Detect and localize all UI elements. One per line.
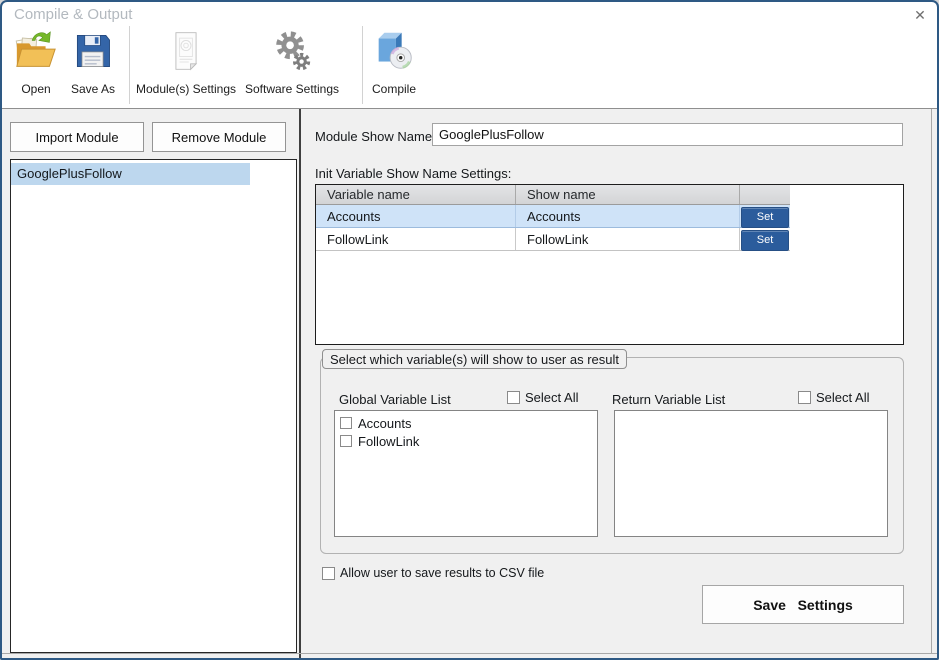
variable-checkbox[interactable] [340,417,352,429]
csv-option[interactable]: Allow user to save results to CSV file [322,566,544,580]
toolbar-separator [362,26,363,104]
module-show-name-input[interactable] [432,123,903,146]
toolbar-label-save-as: Save As [71,82,115,96]
toolbar-label-software-settings: Software Settings [245,82,339,96]
open-folder-icon [12,26,60,76]
variable-check-label: FollowLink [358,434,419,449]
module-list[interactable]: GooglePlusFollow [10,159,297,653]
return-select-all[interactable]: Select All [798,390,869,405]
global-select-all-checkbox[interactable] [507,391,520,404]
global-variable-list-label: Global Variable List [339,392,451,407]
window-bottom-edge [2,653,939,654]
init-variable-table: Variable name Show name Accounts Account… [315,184,904,345]
import-module-button[interactable]: Import Module [10,122,144,152]
cell-variable-name: Accounts [316,205,516,227]
set-button[interactable]: Set [741,207,789,228]
software-settings-gears-icon [268,26,316,76]
variable-check-item[interactable]: Accounts [338,414,597,432]
module-settings-document-icon [162,26,210,76]
table-header-row: Variable name Show name [316,185,790,205]
variable-check-label: Accounts [358,416,411,431]
table-header-action [740,185,790,204]
global-variable-listbox[interactable]: Accounts FollowLink [334,410,598,537]
save-floppy-icon [69,26,117,76]
variable-check-item[interactable]: FollowLink [338,432,597,450]
set-button[interactable]: Set [741,230,789,251]
cell-show-name: Accounts [516,205,740,227]
init-variable-settings-label: Init Variable Show Name Settings: [315,166,511,181]
module-list-item[interactable]: GooglePlusFollow [11,163,250,185]
return-variable-listbox[interactable] [614,410,888,537]
remove-module-button[interactable]: Remove Module [152,122,286,152]
save-settings-button[interactable]: Save Settings [702,585,904,624]
window-title: Compile & Output [14,6,132,23]
return-variable-list-label: Return Variable List [612,392,725,407]
toolbar-button-save-as[interactable]: Save As [64,26,122,104]
table-row[interactable]: FollowLink FollowLink Set [316,228,790,251]
groupbox-legend: Select which variable(s) will show to us… [322,349,627,369]
window-right-edge [931,109,932,654]
toolbar-button-module-settings[interactable]: Module(s) Settings [133,26,239,104]
compile-box-cd-icon [370,26,418,76]
return-select-all-label: Select All [816,390,869,405]
close-icon[interactable]: ✕ [908,5,932,25]
csv-checkbox-label: Allow user to save results to CSV file [340,566,544,580]
table-row[interactable]: Accounts Accounts Set [316,205,790,228]
toolbar-button-compile[interactable]: Compile [365,26,423,104]
return-select-all-checkbox[interactable] [798,391,811,404]
variable-checkbox[interactable] [340,435,352,447]
toolbar-button-open[interactable]: Open [10,26,62,104]
panel-divider [299,109,301,660]
global-select-all[interactable]: Select All [507,390,578,405]
cell-show-name: FollowLink [516,228,740,250]
toolbar-button-software-settings[interactable]: Software Settings [241,26,343,104]
toolbar-separator [129,26,130,104]
cell-variable-name: FollowLink [316,228,516,250]
toolbar-label-module-settings: Module(s) Settings [136,82,236,96]
table-header-variable-name: Variable name [316,185,516,204]
compile-output-window: Compile & Output ✕ Open [0,0,939,660]
global-select-all-label: Select All [525,390,578,405]
table-header-show-name: Show name [516,185,740,204]
module-show-name-label: Module Show Name: [315,129,436,144]
toolbar-label-compile: Compile [372,82,416,96]
toolbar-label-open: Open [21,82,50,96]
csv-checkbox[interactable] [322,567,335,580]
